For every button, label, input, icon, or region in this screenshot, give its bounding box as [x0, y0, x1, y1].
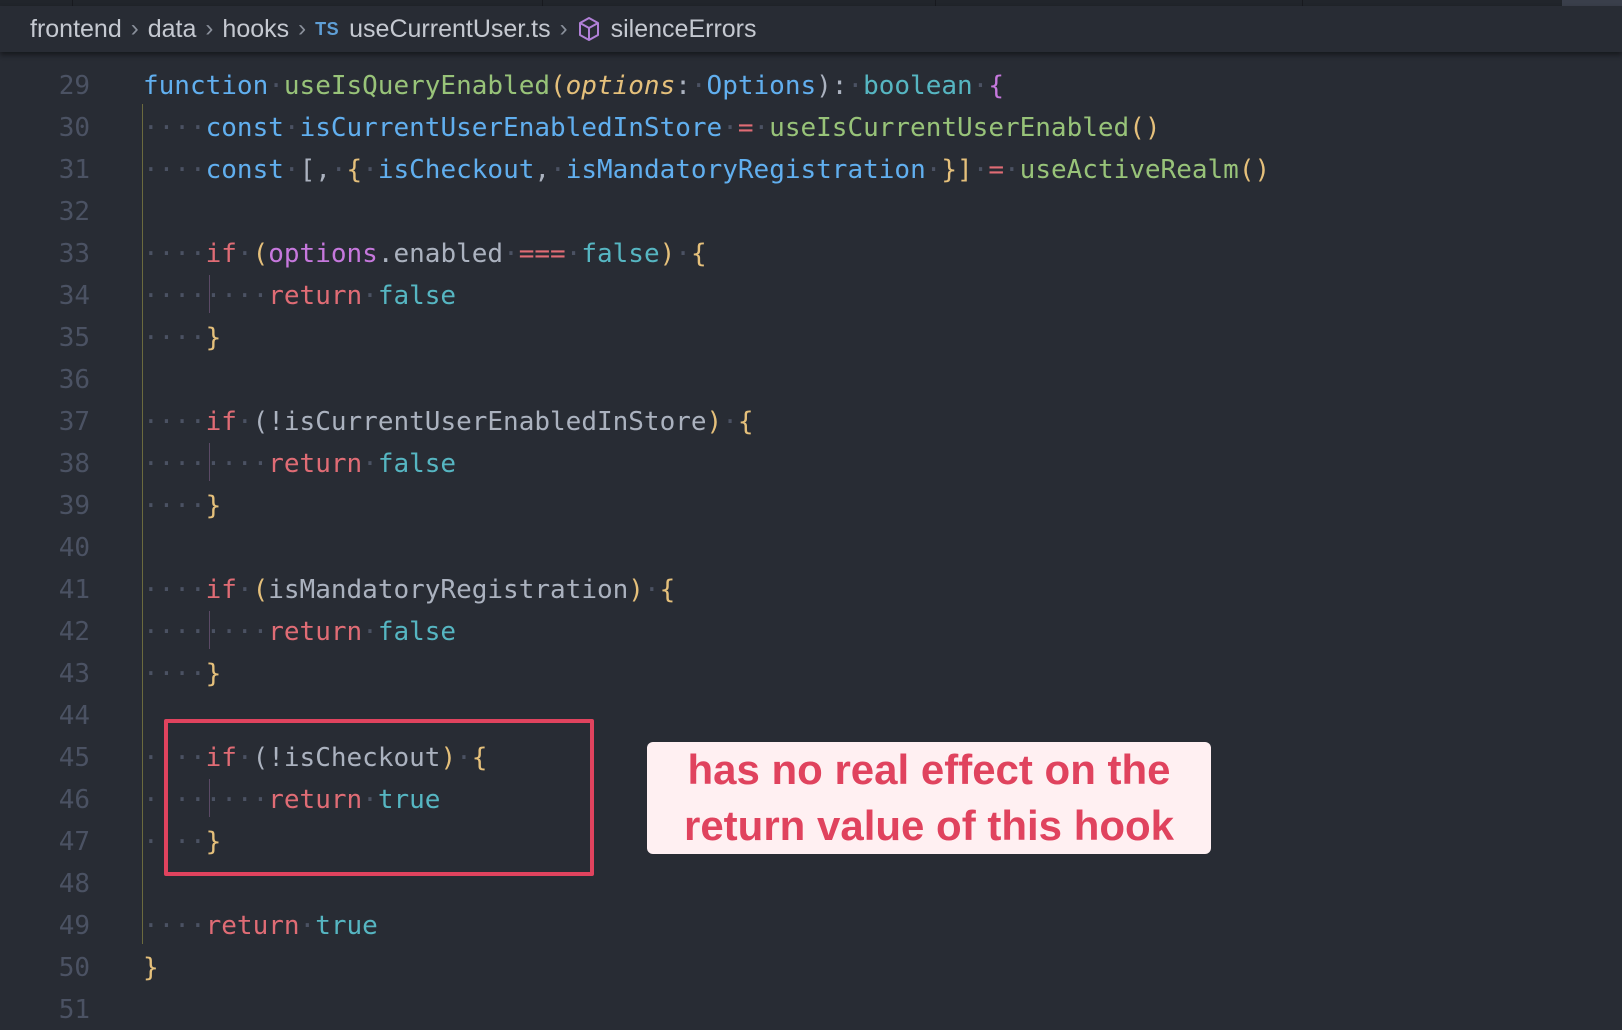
code-line[interactable]: ····}: [143, 317, 221, 359]
code-line[interactable]: ····return·true: [143, 905, 378, 947]
line-number: 47: [58, 827, 90, 857]
line-number: 36: [58, 365, 90, 395]
cube-symbol-icon: [578, 17, 599, 41]
line-number: 38: [58, 449, 90, 479]
line-number: 42: [58, 617, 90, 647]
annotation-text-line-2: return value of this hook: [683, 802, 1175, 849]
line-number: 41: [58, 575, 90, 605]
code-line[interactable]: ····if·(options.enabled·===·false)·{: [143, 233, 707, 275]
annotation-callout: has no real effect on the return value o…: [647, 742, 1211, 854]
code-line[interactable]: ····if·(isMandatoryRegistration)·{: [143, 569, 675, 611]
chevron-right-icon: ›: [298, 15, 307, 42]
breadcrumb-item-hooks[interactable]: hooks: [222, 15, 289, 44]
chevron-right-icon: ›: [130, 15, 139, 42]
line-number: 32: [58, 197, 90, 227]
code-line[interactable]: ····}: [143, 653, 221, 695]
line-number: 39: [58, 491, 90, 521]
annotation-text-line-1: has no real effect on the: [687, 746, 1171, 793]
line-number: 43: [58, 659, 90, 689]
line-number: 51: [58, 995, 90, 1025]
highlight-box: [164, 719, 594, 876]
typescript-file-icon: TS: [315, 18, 340, 39]
line-number: 33: [58, 239, 90, 269]
line-number: 46: [58, 785, 90, 815]
breadcrumb: frontend › data › hooks › TS useCurrentU…: [0, 6, 1622, 52]
code-line[interactable]: ········return·false: [143, 611, 456, 653]
breadcrumb-item-data[interactable]: data: [148, 15, 197, 44]
code-line[interactable]: ····}: [143, 485, 221, 527]
chevron-right-icon: ›: [205, 15, 214, 42]
chevron-right-icon: ›: [559, 15, 568, 42]
line-number: 30: [58, 113, 90, 143]
code-editor[interactable]: 29 30 31 32 33 34 35 36 37 38 39 40 41 4…: [0, 50, 1622, 1030]
code-line[interactable]: function·useIsQueryEnabled(options:·Opti…: [143, 65, 1004, 107]
breadcrumb-item-symbol[interactable]: silenceErrors: [611, 15, 757, 44]
code-line[interactable]: ········return·false: [143, 275, 456, 317]
breadcrumb-item-file[interactable]: useCurrentUser.ts: [349, 15, 550, 44]
line-number: 48: [58, 869, 90, 899]
line-number: 44: [58, 701, 90, 731]
breadcrumb-item-frontend[interactable]: frontend: [30, 15, 122, 44]
line-number: 49: [58, 911, 90, 941]
line-number: 45: [58, 743, 90, 773]
code-line[interactable]: ········return·false: [143, 443, 456, 485]
code-line[interactable]: ····const·isCurrentUserEnabledInStore·=·…: [143, 107, 1161, 149]
line-number: 34: [58, 281, 90, 311]
line-number: 50: [58, 953, 90, 983]
line-number: 35: [58, 323, 90, 353]
line-number: 37: [58, 407, 90, 437]
line-number: 29: [58, 71, 90, 101]
code-line[interactable]: ····const·[,·{·isCheckout,·isMandatoryRe…: [143, 149, 1270, 191]
line-number: 40: [58, 533, 90, 563]
line-number: 31: [58, 155, 90, 185]
code-line[interactable]: ····if·(!isCurrentUserEnabledInStore)·{: [143, 401, 754, 443]
code-line[interactable]: }: [143, 947, 159, 989]
